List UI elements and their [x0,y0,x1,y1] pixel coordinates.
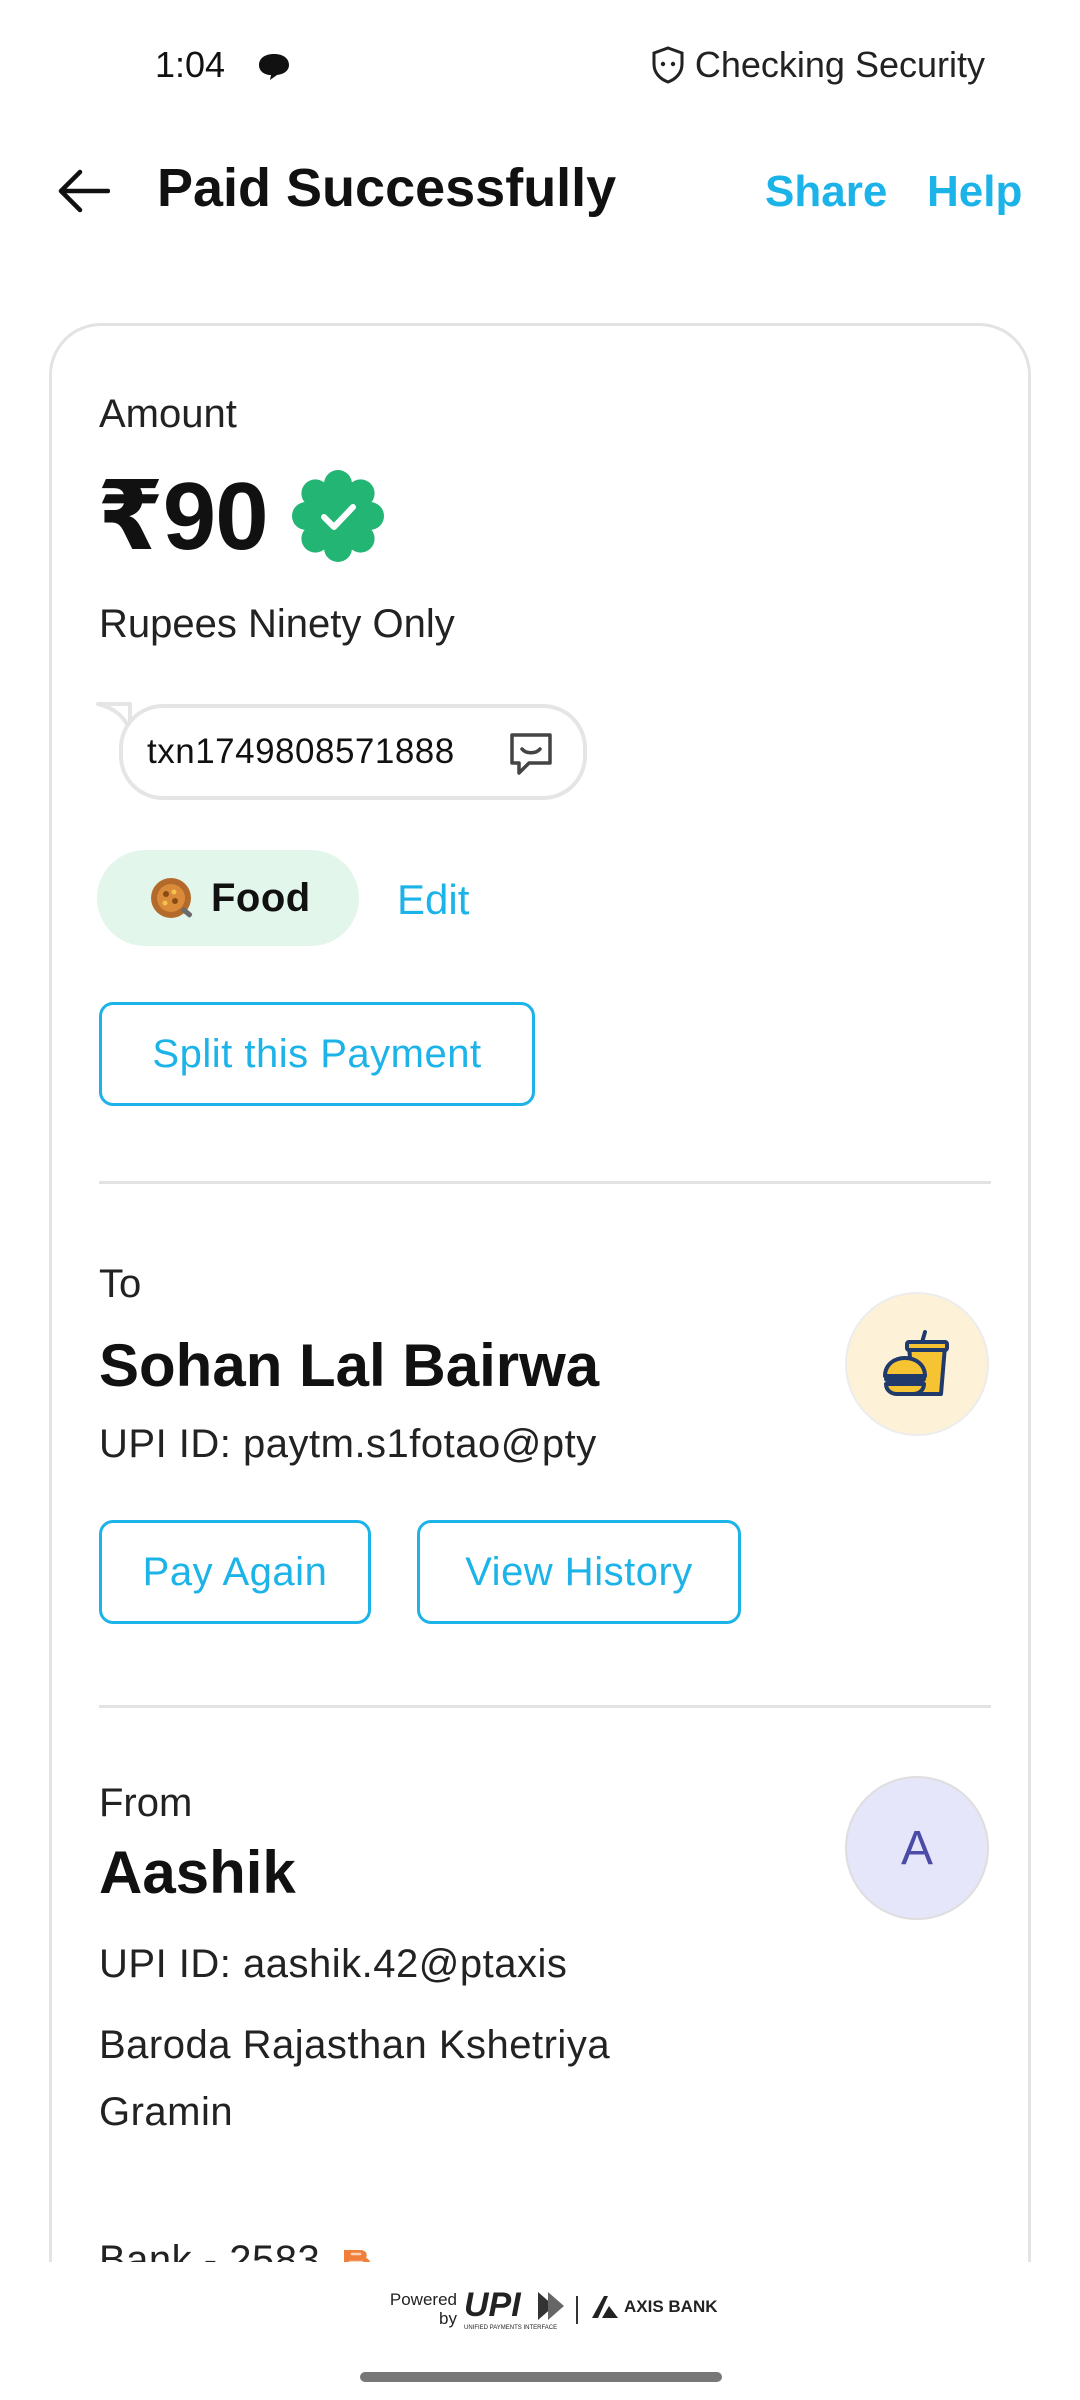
view-history-button[interactable]: View History [417,1520,741,1624]
payee-upi-id: UPI ID: paytm.s1fotao@pty [99,1422,597,1466]
page-title: Paid Successfully [157,158,617,218]
payee-name: Sohan Lal Bairwa [99,1332,600,1399]
divider [99,1181,991,1184]
split-payment-button[interactable]: Split this Payment [99,1002,535,1106]
footer-separator [576,2296,578,2324]
header: Paid Successfully Share Help [0,135,1080,255]
upi-logo: UPI UNIFIED PAYMENTS INTERFACE [464,2286,564,2331]
payer-upi-id: UPI ID: aashik.42@ptaxis [99,1942,568,1986]
arrow-left-icon [58,169,110,213]
shield-icon [652,46,684,84]
from-label: From [99,1781,193,1825]
security-status: Checking Security [651,44,985,86]
footer: Powered by UPI UNIFIED PAYMENTS INTERFAC… [0,2262,1080,2400]
upi-logo-subtext: UNIFIED PAYMENTS INTERFACE [464,2325,557,2331]
food-icon [151,878,193,918]
payer-name: Aashik [99,1839,296,1906]
home-indicator[interactable] [360,2372,722,2382]
amount-label: Amount [99,392,237,436]
transaction-id: txn1749808571888 [147,732,455,771]
amount-row: ₹90 [97,460,384,572]
category-label: Food [211,875,311,920]
comment-icon[interactable] [507,730,555,778]
edit-category-link[interactable]: Edit [397,876,469,924]
payment-details-card: Amount ₹90 Rupees Ninety Only txn1749808… [49,323,1031,2323]
transaction-id-chip[interactable]: txn1749808571888 [119,704,587,800]
amount-in-words: Rupees Ninety Only [99,602,455,646]
status-bar: 1:04 Checking Security [0,0,1080,135]
payer-avatar[interactable]: A [845,1776,989,1920]
category-chip[interactable]: Food [97,850,359,946]
pay-again-button[interactable]: Pay Again [99,1520,371,1624]
chat-notification-icon [259,54,289,80]
axis-bank-text: AXIS BANK [624,2297,718,2316]
fast-food-icon [883,1330,949,1396]
to-label: To [99,1262,142,1306]
back-button[interactable] [48,155,120,227]
payer-bank-name: Baroda Rajasthan Kshetriya Gramin [99,2023,611,2134]
divider [99,1705,991,1708]
status-time: 1:04 [155,44,226,85]
axis-bank-logo: AXIS BANK [590,2294,718,2320]
amount-value: ₹90 [97,463,269,570]
share-link[interactable]: Share [765,167,887,217]
axis-bank-icon [592,2296,618,2318]
powered-by-label: Powered by [389,2290,457,2328]
verified-badge-icon [291,470,384,562]
security-text: Checking Security [694,44,985,85]
payee-avatar[interactable] [845,1292,989,1436]
upi-logo-text: UPI [464,2286,522,2324]
help-link[interactable]: Help [927,167,1022,217]
